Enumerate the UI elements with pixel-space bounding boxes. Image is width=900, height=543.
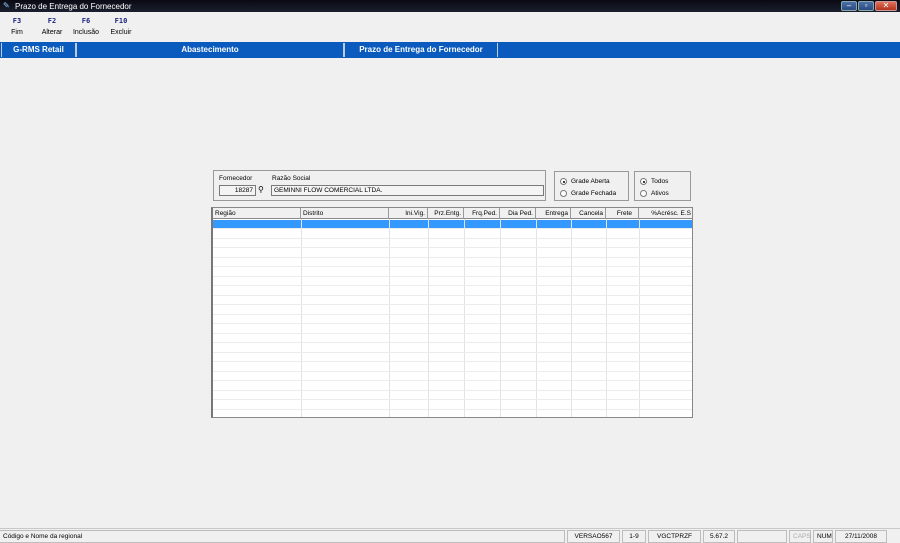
- grid-column-divider: [500, 219, 501, 417]
- col-cancela[interactable]: Cancela: [571, 208, 606, 219]
- status-filter-group: Todos Ativos: [634, 171, 691, 201]
- grid-column-divider: [301, 219, 302, 417]
- minimize-icon[interactable]: –: [841, 1, 857, 11]
- selected-grid-row[interactable]: [213, 220, 692, 228]
- col-acresc-es[interactable]: %Acrésc. E.S: [639, 208, 692, 219]
- status-hint: Código e Nome da regional: [0, 530, 565, 543]
- grid-row-divider: [213, 380, 692, 381]
- radio-grade-fechada[interactable]: Grade Fechada: [560, 190, 616, 197]
- restore-icon[interactable]: ▫: [858, 1, 874, 11]
- grid-row-divider: [213, 370, 692, 372]
- col-entrega[interactable]: Entrega: [536, 208, 571, 219]
- col-prz-entg[interactable]: Prz.Entg.: [428, 208, 464, 219]
- status-page: 1-9: [622, 530, 646, 543]
- status-num: NUM: [813, 530, 833, 543]
- grid-column-divider: [389, 219, 390, 417]
- grid-row-divider: [213, 285, 692, 286]
- window-titlebar: ✎ Prazo de Entrega do Fornecedor – ▫ ✕: [0, 0, 900, 12]
- fkey-excluir-button[interactable]: F10 Excluir: [107, 17, 135, 36]
- grid-column-divider: [639, 219, 640, 417]
- status-bar: Código e Nome da regional VERSAO567 1-9 …: [0, 528, 900, 543]
- radio-todos[interactable]: Todos: [640, 178, 668, 185]
- grid-row-divider: [213, 237, 692, 239]
- prazo-entrega-grid[interactable]: Região Distrito Ini.Vig. Prz.Entg. Frq.P…: [211, 207, 693, 418]
- radio-grade-aberta[interactable]: Grade Aberta: [560, 178, 610, 185]
- grid-row-divider: [213, 228, 692, 229]
- razao-social-label: Razão Social: [272, 175, 311, 182]
- radio-label: Grade Fechada: [571, 190, 617, 197]
- status-empty-cell: [737, 530, 787, 543]
- radio-label: Todos: [651, 178, 669, 185]
- fkey-label: Inclusão: [72, 29, 100, 36]
- grid-column-divider: [464, 219, 465, 417]
- grid-row-divider: [213, 389, 692, 391]
- grid-row-divider: [213, 342, 692, 343]
- search-binoculars-icon[interactable]: ⚲: [258, 185, 264, 195]
- grid-column-divider: [606, 219, 607, 417]
- window-title: Prazo de Entrega do Fornecedor: [15, 1, 132, 11]
- fkey-code: F10: [114, 17, 128, 25]
- grid-row-divider: [213, 351, 692, 353]
- grid-header: Região Distrito Ini.Vig. Prz.Entg. Frq.P…: [213, 208, 692, 219]
- col-dia-ped[interactable]: Dia Ped.: [500, 208, 536, 219]
- grid-row-divider: [213, 332, 692, 334]
- grid-row-divider: [213, 361, 692, 362]
- radio-selected-icon: [640, 178, 647, 185]
- radio-label: Ativos: [651, 190, 669, 197]
- app-icon: ✎: [3, 1, 10, 10]
- grid-row-divider: [213, 294, 692, 296]
- fkey-code: F6: [81, 17, 91, 25]
- grid-row-divider: [213, 313, 692, 315]
- grid-column-divider: [536, 219, 537, 417]
- module-prazo-entrega[interactable]: Prazo de Entrega do Fornecedor: [344, 43, 498, 57]
- fkey-label: Alterar: [41, 29, 63, 36]
- fkey-label: Fim: [11, 29, 23, 36]
- status-build: 5.67.2: [703, 530, 735, 543]
- radio-unselected-icon: [640, 190, 647, 197]
- fornecedor-code-field[interactable]: 18287: [219, 185, 256, 196]
- window-controls: – ▫ ✕: [841, 1, 897, 11]
- status-program: VGCTPRZF: [648, 530, 701, 543]
- function-key-toolbar: F3 Fim F2 Alterar F6 Inclusão F10 Exclui…: [0, 12, 900, 42]
- grid-column-divider: [571, 219, 572, 417]
- module-breadcrumb-bar: G-RMS Retail Abastecimento Prazo de Entr…: [0, 42, 900, 58]
- grid-column-divider: [428, 219, 429, 417]
- fkey-fim-button[interactable]: F3 Fim: [6, 17, 28, 36]
- grade-option-group: Grade Aberta Grade Fechada: [554, 171, 629, 201]
- grid-row-divider: [213, 408, 692, 410]
- col-regiao[interactable]: Região: [213, 208, 301, 219]
- col-ini-vig[interactable]: Ini.Vig.: [389, 208, 428, 219]
- radio-ativos[interactable]: Ativos: [640, 190, 669, 197]
- grid-row-divider: [213, 266, 692, 267]
- grid-row-divider: [213, 256, 692, 258]
- grid-row-divider: [213, 304, 692, 305]
- fornecedor-group: Fornecedor Razão Social 18287 ⚲ GEMINNI …: [213, 170, 546, 201]
- fkey-inclusao-button[interactable]: F6 Inclusão: [70, 17, 102, 36]
- fkey-alterar-button[interactable]: F2 Alterar: [38, 17, 66, 36]
- fkey-code: F3: [12, 17, 22, 25]
- razao-social-field[interactable]: GEMINNI FLOW COMERCIAL LTDA.: [271, 185, 544, 196]
- grid-row-divider: [213, 247, 692, 248]
- module-grms-retail[interactable]: G-RMS Retail: [1, 43, 76, 57]
- module-abastecimento[interactable]: Abastecimento: [76, 43, 344, 57]
- status-date: 27/11/2008: [835, 530, 887, 543]
- col-frete[interactable]: Frete: [606, 208, 639, 219]
- close-icon[interactable]: ✕: [875, 1, 897, 11]
- fkey-code: F2: [47, 17, 57, 25]
- status-caps: CAPS: [789, 530, 811, 543]
- fornecedor-label: Fornecedor: [219, 175, 253, 182]
- radio-selected-icon: [560, 178, 567, 185]
- col-distrito[interactable]: Distrito: [301, 208, 389, 219]
- radio-label: Grade Aberta: [571, 178, 610, 185]
- grid-row-divider: [213, 399, 692, 400]
- status-version: VERSAO567: [567, 530, 620, 543]
- col-frq-ped[interactable]: Frq.Ped.: [464, 208, 500, 219]
- fkey-label: Excluir: [110, 29, 132, 36]
- grid-row-divider: [213, 323, 692, 324]
- grid-row-divider: [213, 275, 692, 277]
- radio-unselected-icon: [560, 190, 567, 197]
